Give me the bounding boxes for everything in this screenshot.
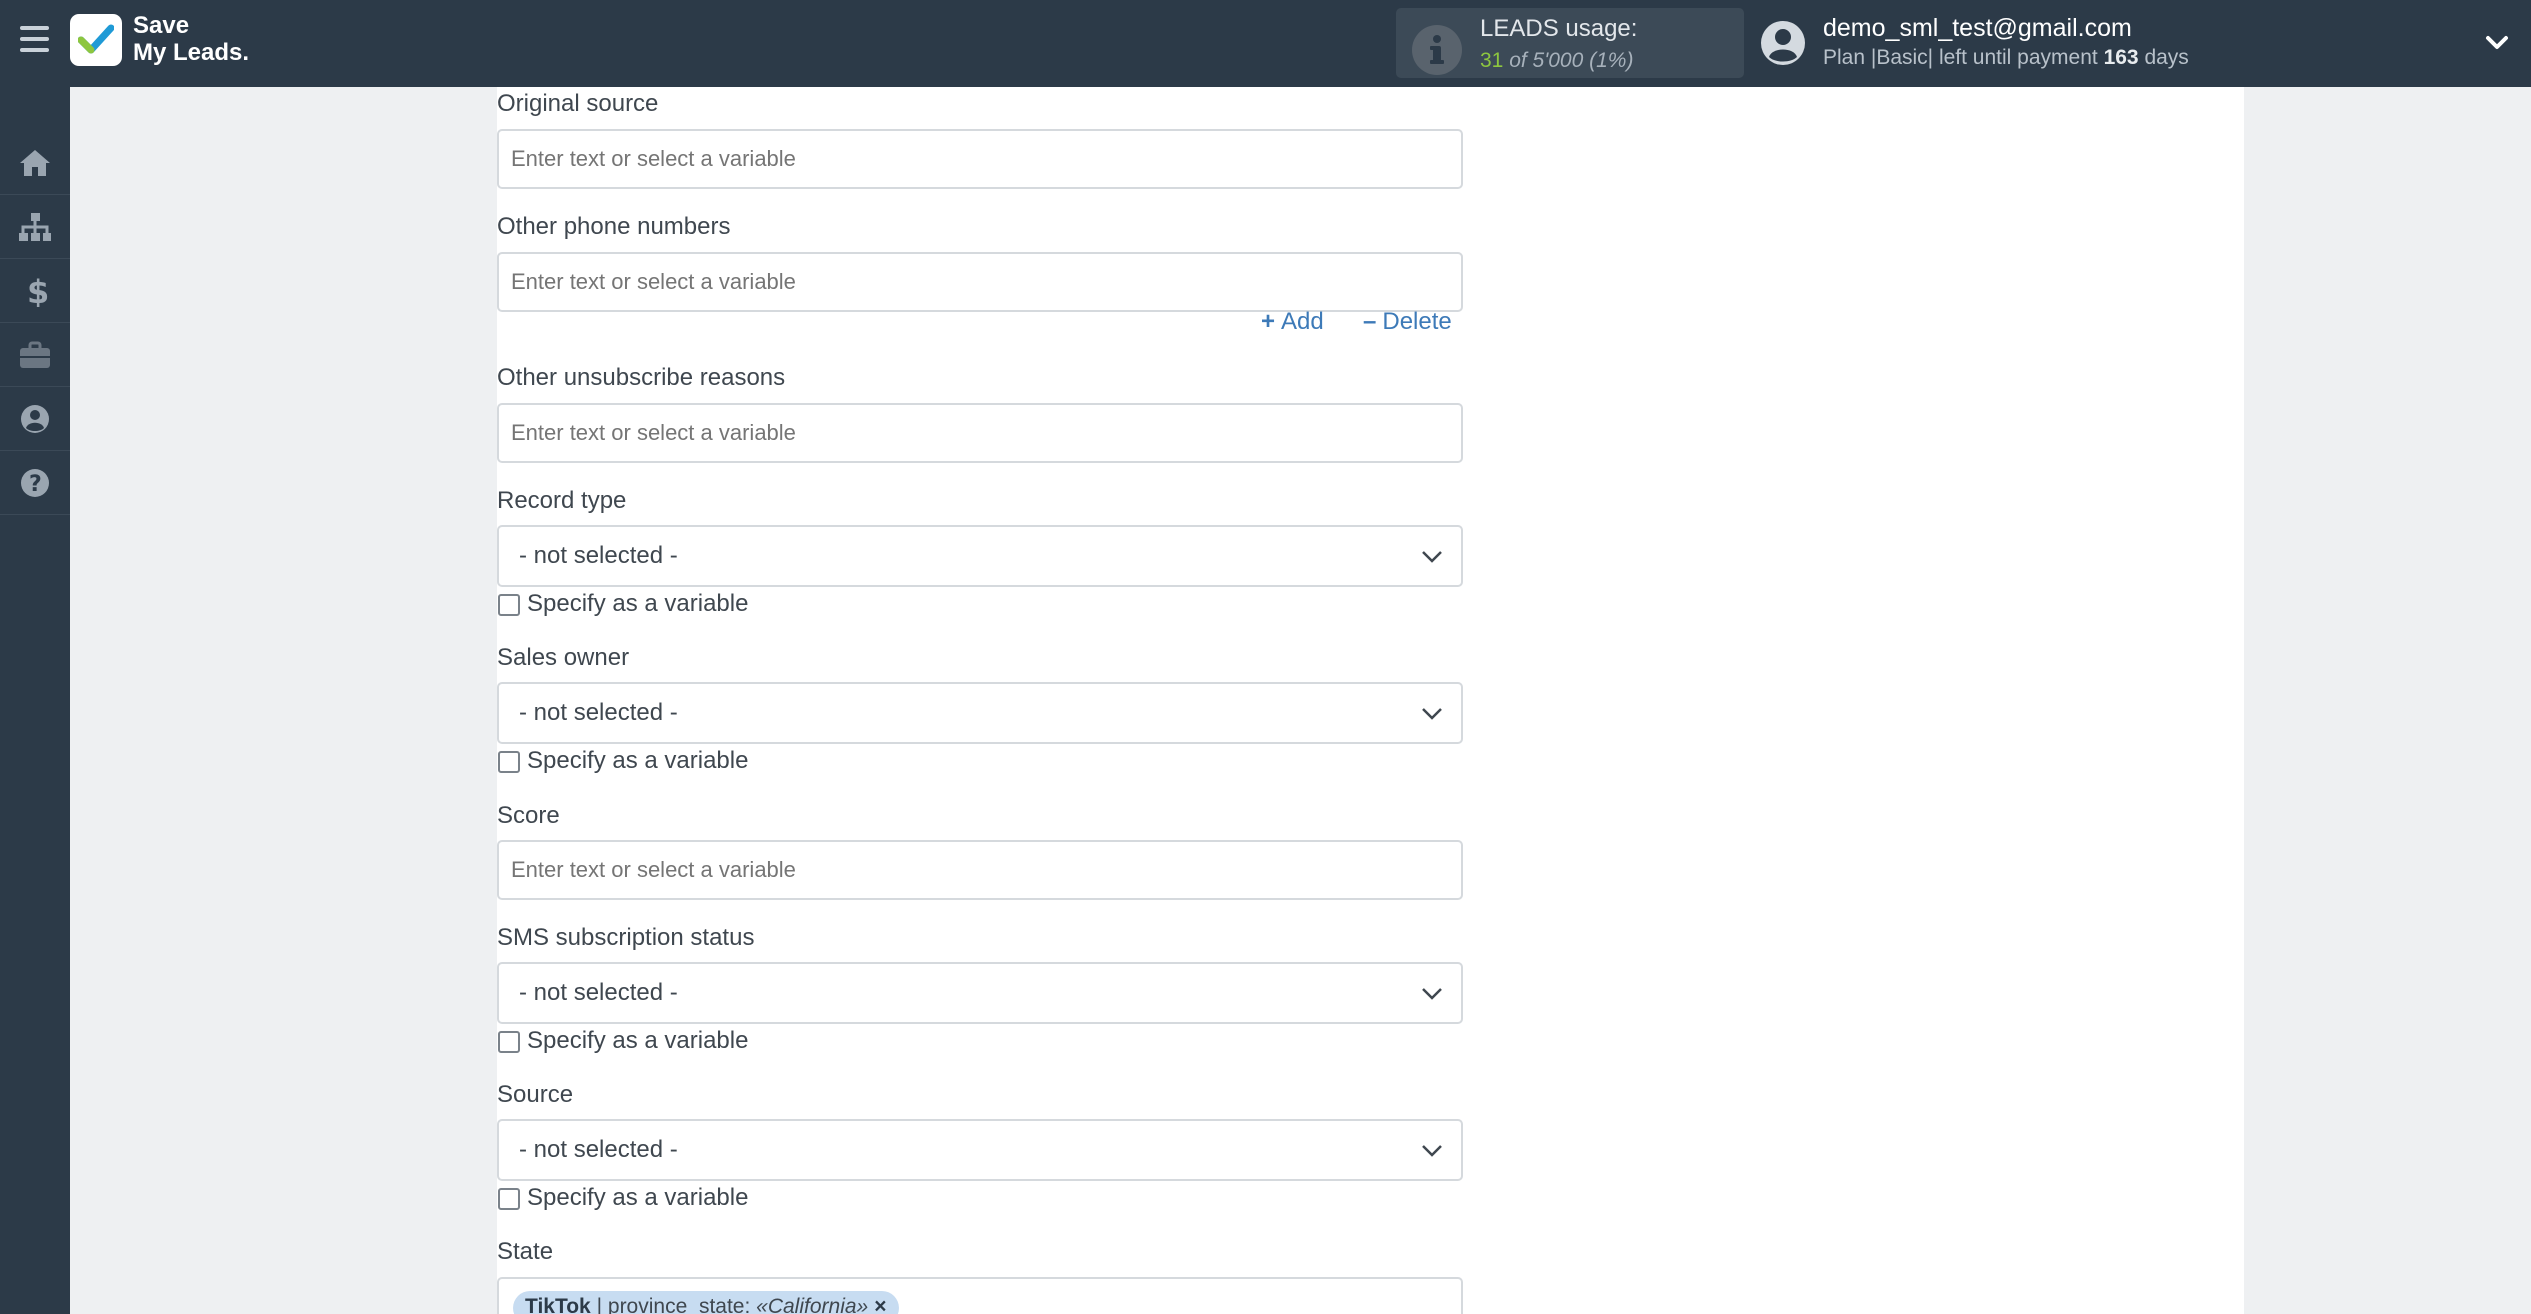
- plus-icon: +: [1261, 308, 1276, 335]
- sidebar-item-tools[interactable]: [0, 323, 70, 387]
- source-select[interactable]: - not selected -: [497, 1119, 1463, 1181]
- original-source-input[interactable]: [497, 129, 1463, 189]
- sms-subscription-status-select[interactable]: - not selected -: [497, 962, 1463, 1024]
- checkbox-label: Specify as a variable: [527, 747, 749, 774]
- sidebar-item-billing[interactable]: $: [0, 259, 70, 323]
- checkbox[interactable]: [498, 1031, 520, 1053]
- original-source-label: Original source: [497, 90, 659, 117]
- score-input[interactable]: [497, 840, 1463, 900]
- plan-prefix: Plan |Basic| left until payment: [1823, 46, 2098, 69]
- checkbox-label: Specify as a variable: [527, 1027, 749, 1054]
- user-email[interactable]: demo_sml_test@gmail.com: [1823, 14, 2132, 43]
- checkbox-label: Specify as a variable: [527, 590, 749, 617]
- checkbox-label: Specify as a variable: [527, 1184, 749, 1211]
- avatar-icon[interactable]: [1760, 20, 1806, 66]
- variable-tag[interactable]: TikTok | province_state: «California» ×: [513, 1291, 899, 1314]
- sitemap-icon: [19, 213, 51, 241]
- usage-title: LEADS usage:: [1480, 15, 1638, 42]
- source-value: - not selected -: [519, 1136, 678, 1163]
- dollar-icon: $: [27, 275, 49, 307]
- sales-owner-label: Sales owner: [497, 644, 630, 671]
- chevron-down-icon[interactable]: [2484, 30, 2510, 56]
- usage-rest: of 5'000 (1%): [1509, 49, 1634, 72]
- record-type-select[interactable]: - not selected -: [497, 525, 1463, 587]
- usage-count: 31 of 5'000 (1%): [1480, 49, 1633, 73]
- user-icon: [21, 405, 49, 433]
- plan-info: Plan |Basic| left until payment 163 days: [1823, 46, 2189, 70]
- tag-value: «California»: [756, 1295, 869, 1314]
- sms-subscription-status-label: SMS subscription status: [497, 924, 755, 951]
- svg-text:$: $: [27, 275, 49, 307]
- sidebar: $ ?: [0, 87, 70, 1314]
- tag-source: TikTok: [525, 1295, 591, 1314]
- logo-text: Save My Leads.: [133, 12, 249, 66]
- record-type-label: Record type: [497, 487, 627, 514]
- leads-usage-panel: LEADS usage: 31 of 5'000 (1%): [1396, 8, 1744, 78]
- sales-owner-select[interactable]: - not selected -: [497, 682, 1463, 744]
- delete-label: Delete: [1382, 308, 1452, 335]
- checkbox[interactable]: [498, 751, 520, 773]
- tag-field: | province_state:: [596, 1295, 751, 1314]
- state-input[interactable]: TikTok | province_state: «California» ×: [497, 1277, 1463, 1314]
- minus-icon: –: [1363, 308, 1377, 335]
- logo-line1: Save: [133, 12, 190, 39]
- logo[interactable]: [70, 14, 122, 66]
- sidebar-item-connections[interactable]: [0, 195, 70, 259]
- other-unsubscribe-reasons-input[interactable]: [497, 403, 1463, 463]
- checkbox[interactable]: [498, 1188, 520, 1210]
- logo-line2: My Leads.: [133, 39, 250, 66]
- plan-days: 163: [2103, 46, 2139, 69]
- chevron-down-icon: [1422, 988, 1442, 1000]
- chevron-down-icon: [1422, 1145, 1442, 1157]
- info-icon: [1412, 25, 1462, 75]
- add-button[interactable]: + Add: [1261, 308, 1324, 336]
- remove-tag-icon[interactable]: ×: [874, 1295, 886, 1314]
- chevron-down-icon: [1422, 551, 1442, 563]
- sidebar-item-account[interactable]: [0, 387, 70, 451]
- add-label: Add: [1281, 308, 1324, 335]
- menu-icon[interactable]: [20, 26, 49, 56]
- sms-subscription-status-value: - not selected -: [519, 979, 678, 1006]
- score-label: Score: [497, 802, 560, 829]
- home-icon: [20, 150, 50, 176]
- checkbox[interactable]: [498, 594, 520, 616]
- other-unsubscribe-reasons-label: Other unsubscribe reasons: [497, 364, 786, 391]
- sales-owner-value: - not selected -: [519, 699, 678, 726]
- help-icon: ?: [21, 469, 49, 497]
- record-type-value: - not selected -: [519, 542, 678, 569]
- briefcase-icon: [20, 341, 50, 368]
- other-phone-numbers-input[interactable]: [497, 252, 1463, 312]
- source-label: Source: [497, 1081, 574, 1108]
- sidebar-item-help[interactable]: ?: [0, 451, 70, 515]
- plan-suffix: days: [2144, 46, 2189, 69]
- sidebar-item-home[interactable]: [0, 131, 70, 195]
- chevron-down-icon: [1422, 708, 1442, 720]
- usage-used: 31: [1480, 49, 1504, 72]
- delete-button[interactable]: – Delete: [1363, 308, 1452, 336]
- other-phone-numbers-label: Other phone numbers: [497, 213, 731, 240]
- state-label: State: [497, 1238, 554, 1265]
- svg-text:?: ?: [29, 472, 42, 497]
- top-bar: Save My Leads. LEADS usage: 31 of 5'000 …: [0, 0, 2531, 87]
